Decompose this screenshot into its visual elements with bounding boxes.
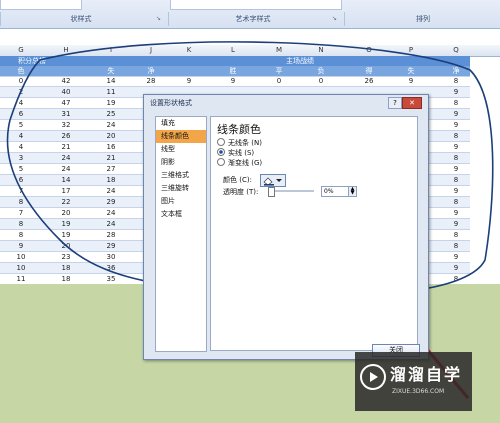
nav-item-3d-rotation[interactable]: 三维旋转 [156, 182, 206, 195]
nav-item-line-color[interactable]: 线条颜色 [156, 130, 206, 143]
line-color-panel: 线条颜色 无线条 (N) 实线 (S) 渐变线 (G) 颜色 (C): 透明度 … [210, 116, 418, 351]
transparency-label: 透明度 (T): [223, 188, 259, 196]
radio-selected-icon [217, 148, 225, 156]
nav-item-shadow[interactable]: 阴影 [156, 156, 206, 169]
watermark: 溜溜自学 ZIXUE.3D66.COM [355, 352, 472, 411]
close-icon[interactable]: ✕ [402, 97, 422, 109]
radio-gradient-line[interactable]: 渐变线 (G) [217, 158, 262, 168]
radio-solid-line[interactable]: 实线 (S) [217, 148, 254, 158]
nav-item-fill[interactable]: 填充 [156, 117, 206, 130]
paint-bucket-icon [263, 177, 282, 186]
nav-item-3d-format[interactable]: 三维格式 [156, 169, 206, 182]
help-button[interactable]: ? [388, 97, 402, 109]
watermark-title: 溜溜自学 [390, 365, 463, 384]
radio-no-line[interactable]: 无线条 (N) [217, 138, 262, 148]
nav-item-line-style[interactable]: 线型 [156, 143, 206, 156]
radio-label: 无线条 (N) [228, 139, 262, 147]
watermark-url: ZIXUE.3D66.COM [392, 388, 445, 395]
color-label: 颜色 (C): [223, 176, 252, 184]
nav-item-text-box[interactable]: 文本框 [156, 208, 206, 221]
section-title: 线条颜色 [217, 123, 261, 136]
color-picker-button[interactable] [260, 174, 286, 187]
radio-icon [217, 158, 225, 166]
radio-label: 实线 (S) [228, 149, 255, 157]
chevron-down-icon [276, 179, 282, 182]
nav-item-picture[interactable]: 图片 [156, 195, 206, 208]
transparency-slider-track[interactable] [272, 190, 314, 192]
transparency-slider-thumb[interactable] [268, 187, 275, 197]
play-logo-icon [360, 364, 386, 390]
radio-label: 渐变线 (G) [228, 159, 263, 167]
format-shape-dialog: 设置形状格式 ? ✕ 填充 线条颜色 线型 阴影 三维格式 三维旋转 图片 文本… [143, 94, 429, 360]
transparency-spinner[interactable]: ▲ ▼ [348, 186, 357, 197]
dialog-nav: 填充 线条颜色 线型 阴影 三维格式 三维旋转 图片 文本框 [155, 116, 207, 352]
dialog-title: 设置形状格式 [150, 99, 192, 107]
radio-icon [217, 138, 225, 146]
transparency-input[interactable]: 0% [321, 186, 349, 197]
